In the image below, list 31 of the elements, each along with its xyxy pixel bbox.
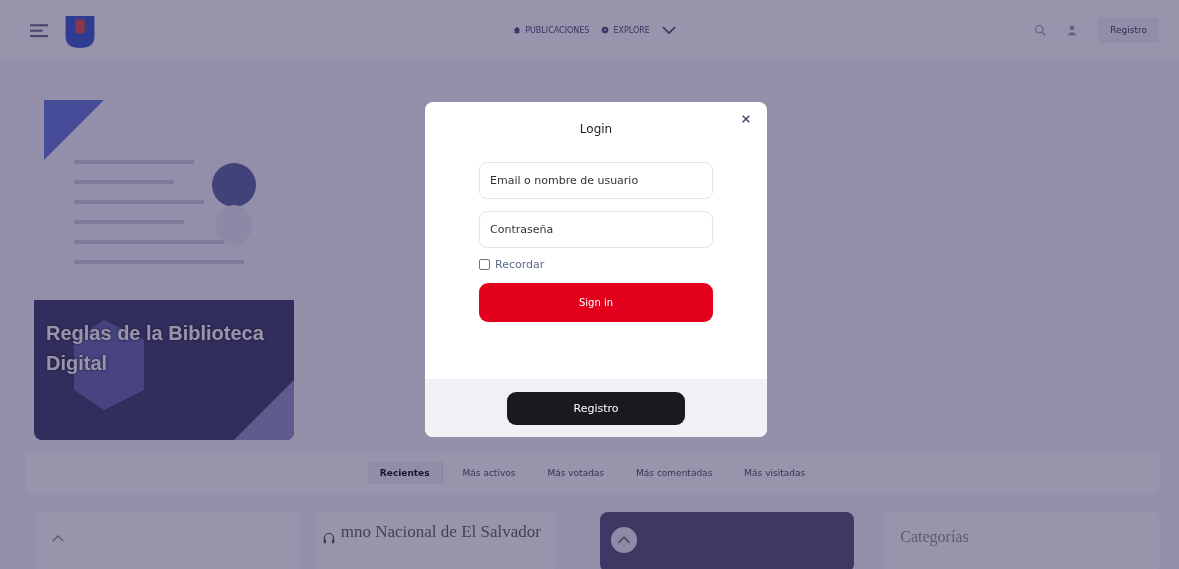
post-card[interactable]: mno Nacional de El Salvador <box>314 512 555 569</box>
remember-checkbox[interactable] <box>479 259 490 270</box>
chevron-up-icon[interactable] <box>51 534 65 543</box>
nav-link[interactable]: EXPLORE <box>601 25 650 35</box>
text-field[interactable]: Email o nombre de usuario <box>479 162 713 199</box>
featured-card[interactable]: Reglas de la Biblioteca Digital <box>34 90 294 440</box>
filter-tab[interactable]: Más visitadas <box>732 462 818 484</box>
featured-title: Reglas de la Biblioteca Digital <box>46 321 265 376</box>
compass-icon <box>601 26 610 34</box>
headphones-icon <box>322 532 335 544</box>
filter-tab[interactable]: Más comentadas <box>624 462 725 484</box>
filter-tab[interactable]: Más activos <box>450 462 528 484</box>
text-field[interactable]: Contraseña <box>479 211 713 248</box>
checkbox-label: Recordar <box>495 258 545 271</box>
sign-in-button[interactable]: Sign in <box>479 283 713 322</box>
user-icon[interactable] <box>1066 24 1079 36</box>
close-icon[interactable] <box>741 114 751 124</box>
chevron-up-icon[interactable] <box>609 526 638 554</box>
filter-tab[interactable]: Recientes <box>367 462 443 484</box>
categories-heading: Categorías <box>900 528 969 545</box>
register-button[interactable]: Registro <box>507 391 685 425</box>
menu-icon[interactable] <box>30 22 48 38</box>
register-button[interactable]: Registro <box>1098 17 1159 43</box>
chevron-down-icon[interactable] <box>661 25 676 35</box>
home-icon <box>513 26 522 34</box>
media-card[interactable] <box>599 512 855 569</box>
dialog-title: Login <box>578 122 614 136</box>
search-icon[interactable] <box>1034 24 1047 36</box>
nav-link[interactable]: PUBLICACIONES <box>513 25 590 35</box>
post-title: mno Nacional de El Salvador <box>340 522 541 542</box>
filter-tab[interactable]: Más votadas <box>535 462 617 484</box>
